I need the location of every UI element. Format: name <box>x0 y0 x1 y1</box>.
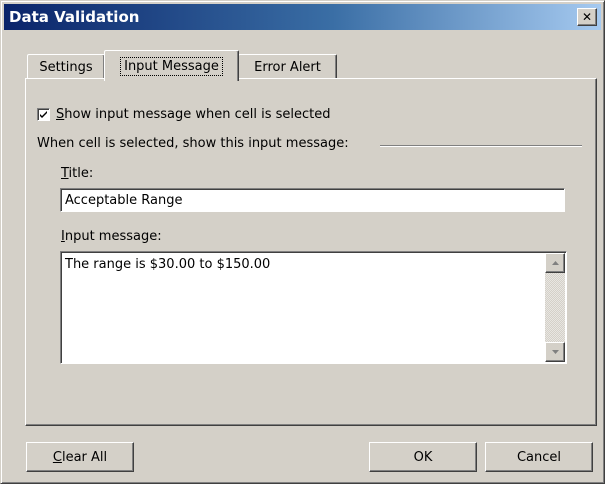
input-message-text: The range is $30.00 to $150.00 <box>65 257 271 272</box>
ok-label: OK <box>413 449 433 465</box>
group-label: When cell is selected, show this input m… <box>37 136 357 151</box>
ok-button[interactable]: OK <box>369 442 477 472</box>
scroll-down-arrow-icon <box>551 350 559 354</box>
tab-input-message-label: Input Message <box>120 56 223 76</box>
cancel-label: Cancel <box>516 449 562 465</box>
close-button[interactable]: ✕ <box>577 8 597 26</box>
tab-error-alert[interactable]: Error Alert <box>238 54 337 79</box>
title-input[interactable]: Acceptable Range <box>60 188 565 212</box>
clear-all-label: Clear All <box>52 449 108 465</box>
scroll-up-button[interactable] <box>545 253 565 273</box>
title-label: Title: <box>61 166 94 181</box>
title-bar[interactable]: Data Validation ✕ <box>4 4 601 30</box>
tab-error-alert-label: Error Alert <box>254 59 321 75</box>
input-message-textarea[interactable]: The range is $30.00 to $150.00 <box>60 251 567 364</box>
show-message-checkbox-row[interactable]: Show input message when cell is selected <box>37 105 331 123</box>
checkmark-icon <box>40 110 47 118</box>
scroll-up-arrow-icon <box>551 261 559 265</box>
clear-all-button[interactable]: Clear All <box>26 442 134 472</box>
tab-settings-label: Settings <box>39 59 93 75</box>
tab-input-message[interactable]: Input Message <box>104 50 239 81</box>
group-divider <box>380 145 582 147</box>
cancel-button[interactable]: Cancel <box>485 442 593 472</box>
input-message-label: Input message: <box>61 229 162 244</box>
show-message-checkbox[interactable] <box>37 107 50 121</box>
scroll-down-button[interactable] <box>545 342 565 362</box>
window-title: Data Validation <box>9 8 140 26</box>
tab-settings[interactable]: Settings <box>27 54 105 79</box>
show-message-label: Show input message when cell is selected <box>56 106 331 122</box>
close-icon: ✕ <box>581 10 593 24</box>
message-scrollbar[interactable] <box>545 253 565 362</box>
